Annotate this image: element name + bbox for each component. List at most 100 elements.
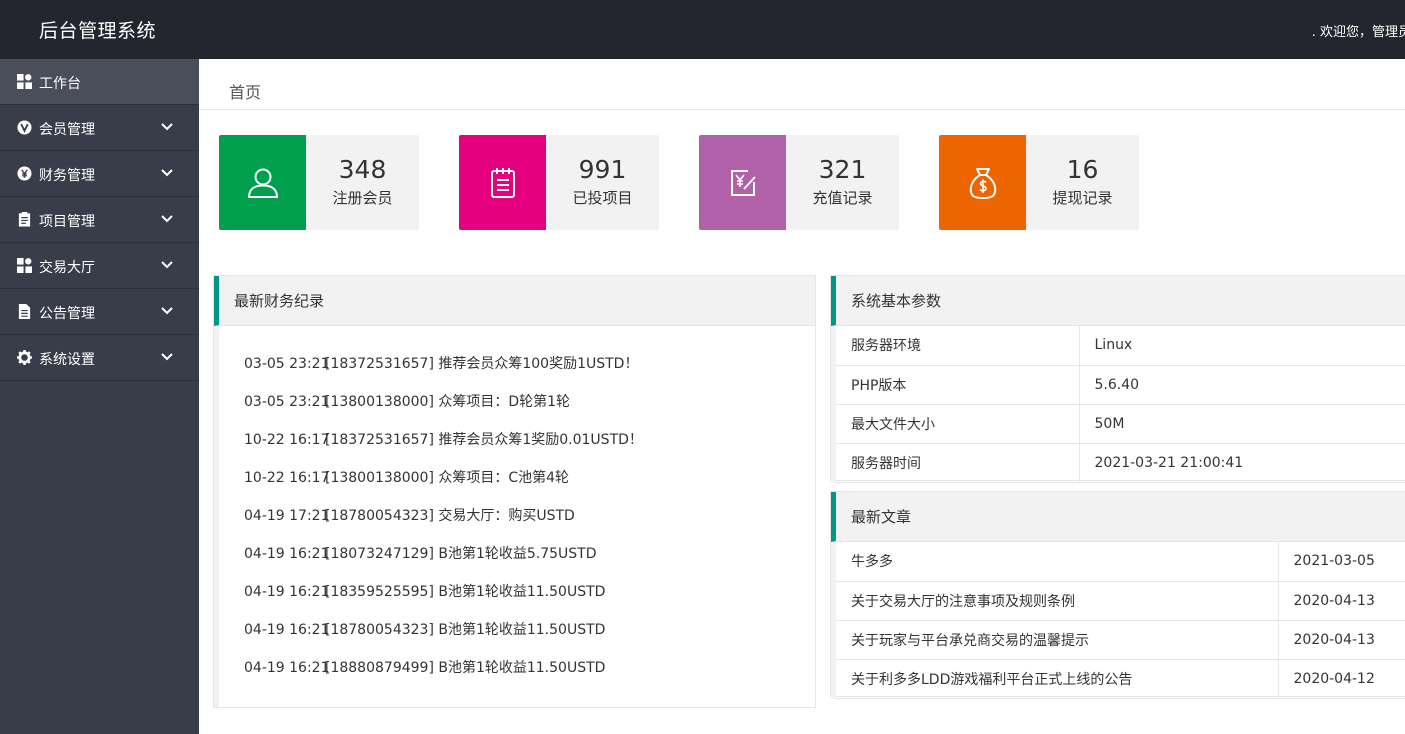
sidebar: 工作台 会员管理 财务管理 项目管理 交易大厅 公告管理 系统设置 xyxy=(0,59,199,734)
record-time: 03-05 23:21 xyxy=(244,394,330,410)
record-text: [18359525595] B池第1轮收益11.50USTD xyxy=(325,584,606,600)
notepad-icon xyxy=(490,167,515,198)
sidebar-item-label: 工作台 xyxy=(39,76,81,92)
record-text: [18372531657] 推荐会员众筹100奖励1USTD！ xyxy=(325,356,639,372)
list-item: 03-05 23:21[18372531657] 推荐会员众筹100奖励1UST… xyxy=(224,353,815,391)
article-title[interactable]: 关于玩家与平台承兑商交易的温馨提示 xyxy=(836,620,1278,660)
chevron-down-icon xyxy=(161,215,173,223)
list-item: 04-19 16:21[18359525595] B池第1轮收益11.50UST… xyxy=(224,581,815,619)
chevron-down-icon xyxy=(161,261,173,269)
list-item: 04-19 17:21[18780054323] 交易大厅：购买USTD xyxy=(224,505,815,543)
top-bar: 后台管理系统 . 欢迎您，管理员 xyxy=(0,0,1405,59)
system-table-wrap: 服务器环境 Linux PHP版本 5.6.40 最大文件大小 50M 服务器时间 20… xyxy=(831,326,1405,483)
record-text: [18073247129] B池第1轮收益5.75USTD xyxy=(325,546,597,562)
stat-value: 991 xyxy=(578,155,627,184)
record-time: 04-19 16:21 xyxy=(244,622,330,638)
sidebar-item-projects[interactable]: 项目管理 xyxy=(0,197,199,243)
yen-icon xyxy=(17,166,32,181)
list-item: 04-19 16:21[18880879499] B池第1轮收益11.50UST… xyxy=(224,657,815,695)
stat-card-withdraw[interactable]: 16 提现记录 xyxy=(939,135,1139,230)
articles-panel-title: 最新文章 xyxy=(831,492,1405,542)
record-time: 10-22 16:17 xyxy=(244,432,330,448)
finance-list: 03-05 23:21[18372531657] 推荐会员众筹100奖励1UST… xyxy=(214,326,815,707)
articles-panel: 最新文章 牛多多 2021-03-05 关于交易大厅的注意事项及规则条例 2020-… xyxy=(830,491,1405,699)
table-row[interactable]: 关于交易大厅的注意事项及规则条例 2020-04-13 xyxy=(836,581,1405,621)
finance-panel-title: 最新财务纪录 xyxy=(214,276,815,326)
stat-card-projects[interactable]: 991 已投项目 xyxy=(459,135,659,230)
record-time: 10-22 16:17 xyxy=(244,470,330,486)
articles-table: 牛多多 2021-03-05 关于交易大厅的注意事项及规则条例 2020-04-13… xyxy=(836,542,1405,699)
stat-value: 348 xyxy=(338,155,387,184)
breadcrumb: 首页 xyxy=(199,59,1405,110)
list-item: 04-19 16:21[18073247129] B池第1轮收益5.75USTD xyxy=(224,543,815,581)
articles-table-wrap: 牛多多 2021-03-05 关于交易大厅的注意事项及规则条例 2020-04-13… xyxy=(831,542,1405,699)
sidebar-item-label: 会员管理 xyxy=(39,122,95,138)
record-time: 04-19 17:21 xyxy=(244,508,330,524)
param-key: 最大文件大小 xyxy=(836,404,1079,444)
list-item: 04-19 16:21[18780054323] B池第1轮收益11.50UST… xyxy=(224,619,815,657)
sidebar-item-finance[interactable]: 财务管理 xyxy=(0,151,199,197)
article-date: 2021-03-05 xyxy=(1277,542,1405,582)
record-time: 03-05 23:21 xyxy=(244,356,330,372)
file-icon xyxy=(18,304,31,319)
stat-value: 16 xyxy=(1066,155,1099,184)
user-icon xyxy=(247,168,278,198)
param-key: PHP版本 xyxy=(836,365,1079,405)
list-item: 10-22 16:17[18372531657] 推荐会员众筹1奖励0.01US… xyxy=(224,429,815,467)
param-value: 50M xyxy=(1078,404,1405,444)
sidebar-item-label: 交易大厅 xyxy=(39,260,95,276)
finance-panel: 最新财务纪录 03-05 23:21[18372531657] 推荐会员众筹10… xyxy=(213,275,816,708)
table-row[interactable]: 关于玩家与平台承兑商交易的温馨提示 2020-04-13 xyxy=(836,620,1405,660)
sidebar-item-dashboard[interactable]: 工作台 xyxy=(0,59,199,105)
welcome-text[interactable]: . 欢迎您，管理员 xyxy=(1312,21,1405,40)
system-panel-title: 系统基本参数 xyxy=(831,276,1405,326)
sidebar-item-members[interactable]: 会员管理 xyxy=(0,105,199,151)
record-text: [13800138000] 众筹项目：C池第4轮 xyxy=(325,470,570,486)
record-time: 04-19 16:21 xyxy=(244,584,330,600)
dashboard-icon xyxy=(17,74,32,89)
money-bag-icon xyxy=(969,167,996,199)
param-key: 服务器时间 xyxy=(836,443,1079,483)
stat-card-recharge[interactable]: 321 充值记录 xyxy=(699,135,899,230)
list-item: 03-05 23:21[13800138000] 众筹项目：D轮第1轮 xyxy=(224,391,815,429)
record-text: [18780054323] 交易大厅：购买USTD xyxy=(325,508,575,524)
article-title[interactable]: 关于交易大厅的注意事项及规则条例 xyxy=(836,581,1278,621)
article-date: 2020-04-13 xyxy=(1277,581,1405,621)
dashboard-icon xyxy=(17,258,32,273)
list-item: 10-22 16:17[13800138000] 众筹项目：C池第4轮 xyxy=(224,467,815,505)
param-value: Linux xyxy=(1078,326,1405,366)
param-value: 5.6.40 xyxy=(1078,365,1405,405)
article-date: 2020-04-13 xyxy=(1277,620,1405,660)
article-title[interactable]: 牛多多 xyxy=(836,542,1278,582)
param-key: 服务器环境 xyxy=(836,326,1079,366)
record-time: 04-19 16:21 xyxy=(244,660,330,676)
breadcrumb-home[interactable]: 首页 xyxy=(229,79,261,103)
sidebar-item-settings[interactable]: 系统设置 xyxy=(0,335,199,381)
chevron-down-icon xyxy=(161,123,173,131)
chevron-down-icon xyxy=(161,307,173,315)
table-row: 最大文件大小 50M xyxy=(836,404,1405,444)
chevron-down-icon xyxy=(161,169,173,177)
app-title: 后台管理系统 xyxy=(39,20,157,42)
table-row: PHP版本 5.6.40 xyxy=(836,365,1405,405)
sidebar-item-label: 项目管理 xyxy=(39,214,95,230)
chevron-down-icon xyxy=(161,353,173,361)
stat-label: 注册会员 xyxy=(332,189,393,207)
table-row[interactable]: 牛多多 2021-03-05 xyxy=(836,542,1405,582)
stat-icon-box xyxy=(699,135,786,230)
table-row[interactable]: 关于利多多LDD游戏福利平台正式上线的公告 2020-04-12 xyxy=(836,659,1405,699)
stat-icon-box xyxy=(939,135,1026,230)
sidebar-item-trading-hall[interactable]: 交易大厅 xyxy=(0,243,199,289)
stat-card-members[interactable]: 348 注册会员 xyxy=(219,135,419,230)
table-row: 服务器时间 2021-03-21 21:00:41 xyxy=(836,443,1405,483)
gear-icon xyxy=(17,350,32,365)
sidebar-item-announcements[interactable]: 公告管理 xyxy=(0,289,199,335)
stat-label: 提现记录 xyxy=(1052,189,1113,207)
sidebar-item-label: 财务管理 xyxy=(39,168,95,184)
recharge-icon xyxy=(730,169,756,196)
sidebar-item-label: 系统设置 xyxy=(39,352,95,368)
stat-label: 充值记录 xyxy=(812,189,873,207)
article-title[interactable]: 关于利多多LDD游戏福利平台正式上线的公告 xyxy=(836,659,1278,699)
system-panel: 系统基本参数 服务器环境 Linux PHP版本 5.6.40 最大文件大小 50M … xyxy=(830,275,1405,483)
record-text: [18780054323] B池第1轮收益11.50USTD xyxy=(325,622,606,638)
